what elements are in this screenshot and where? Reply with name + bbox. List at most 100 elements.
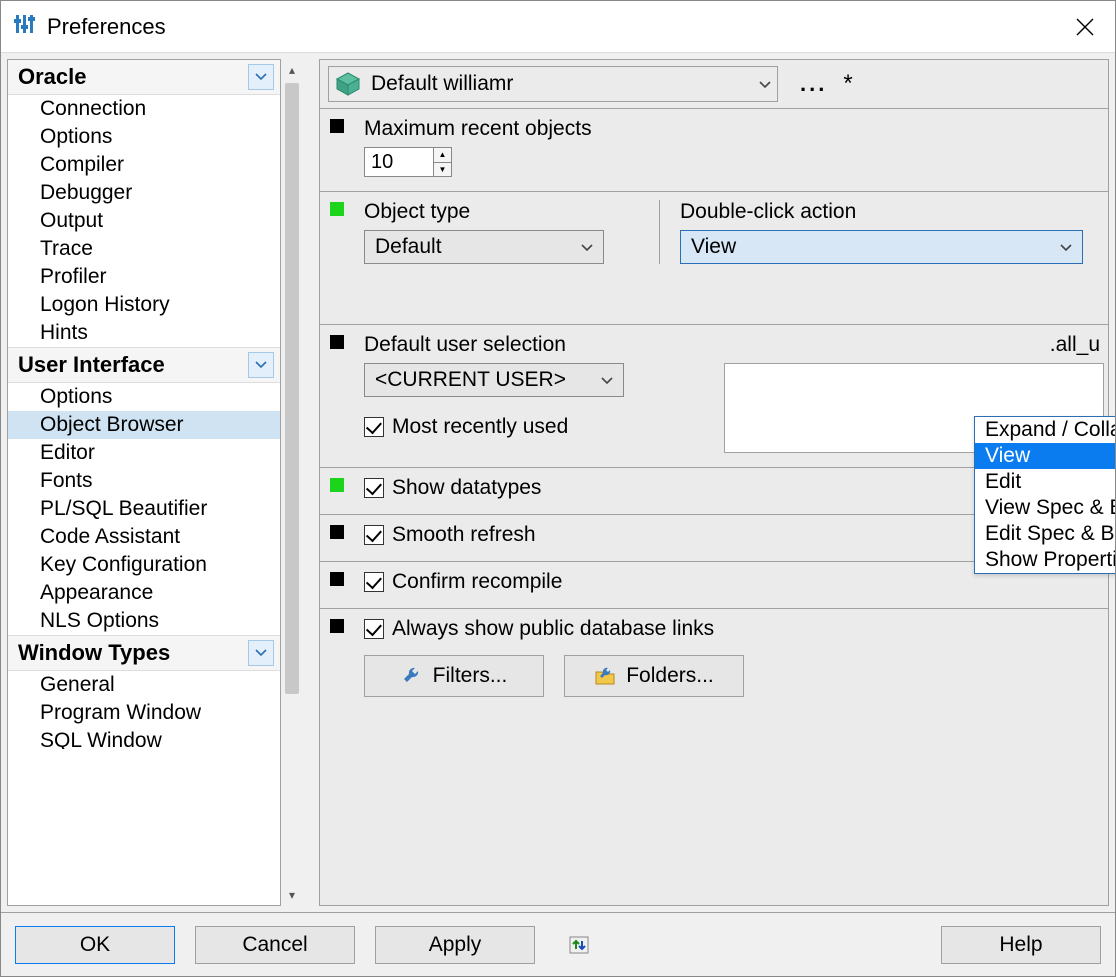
max-recent-input[interactable] bbox=[364, 147, 434, 177]
checkbox-label: Most recently used bbox=[392, 415, 568, 439]
indicator-icon bbox=[330, 619, 344, 633]
sidebar-item-options[interactable]: Options bbox=[8, 123, 280, 151]
titlebar: Preferences bbox=[1, 1, 1115, 53]
max-recent-label: Maximum recent objects bbox=[364, 117, 1096, 141]
folder-wrench-icon bbox=[594, 665, 616, 687]
sidebar-scrollbar[interactable]: ▴ ▾ bbox=[281, 59, 303, 906]
dropdown-item[interactable]: View bbox=[975, 443, 1115, 469]
chevron-down-icon[interactable] bbox=[248, 640, 274, 666]
apply-button[interactable]: Apply bbox=[375, 926, 535, 964]
indicator-icon bbox=[330, 525, 344, 539]
confirm-recompile-checkbox[interactable]: Confirm recompile bbox=[364, 570, 562, 594]
category-sidebar: Oracle Connection Options Compiler Debug… bbox=[7, 59, 281, 906]
sidebar-item-appearance[interactable]: Appearance bbox=[8, 579, 280, 607]
category-label: Oracle bbox=[18, 64, 248, 90]
indicator-icon bbox=[330, 572, 344, 586]
preferences-window: Preferences Oracle Connection Options Co… bbox=[0, 0, 1116, 977]
sidebar-item-trace[interactable]: Trace bbox=[8, 235, 280, 263]
dropdown-item[interactable]: Edit bbox=[975, 469, 1115, 495]
sidebar-item-program-window[interactable]: Program Window bbox=[8, 699, 280, 727]
folders-button[interactable]: Folders... bbox=[564, 655, 744, 697]
profile-menu-button[interactable]: ... bbox=[800, 71, 827, 97]
dblclick-select[interactable]: View bbox=[680, 230, 1083, 264]
package-icon bbox=[335, 71, 361, 97]
sidebar-item-key-config[interactable]: Key Configuration bbox=[8, 551, 280, 579]
sort-arrows-icon bbox=[567, 933, 591, 957]
smooth-refresh-checkbox[interactable]: Smooth refresh bbox=[364, 523, 536, 547]
dropdown-item[interactable]: View Spec & Body bbox=[975, 495, 1115, 521]
setting-object-type-dblclick: Object type Default Double-click action … bbox=[320, 192, 1108, 325]
filters-button[interactable]: Filters... bbox=[364, 655, 544, 697]
checkbox-icon bbox=[364, 417, 384, 437]
indicator-icon bbox=[330, 119, 344, 133]
setting-always-links: Always show public database links Filter… bbox=[320, 609, 1108, 711]
category-label: User Interface bbox=[18, 352, 248, 378]
chevron-down-icon bbox=[1060, 236, 1072, 258]
sidebar-item-ui-options[interactable]: Options bbox=[8, 383, 280, 411]
chevron-down-icon bbox=[601, 369, 613, 391]
always-links-checkbox[interactable]: Always show public database links bbox=[364, 617, 714, 641]
default-user-select[interactable]: <CURRENT USER> bbox=[364, 363, 624, 397]
sidebar-item-nls-options[interactable]: NLS Options bbox=[8, 607, 280, 635]
indicator-icon bbox=[330, 335, 344, 349]
scroll-up-icon[interactable]: ▴ bbox=[281, 59, 303, 81]
dropdown-item[interactable]: Edit Spec & Body bbox=[975, 521, 1115, 547]
help-button[interactable]: Help bbox=[941, 926, 1101, 964]
object-type-value: Default bbox=[375, 235, 575, 259]
sidebar-item-output[interactable]: Output bbox=[8, 207, 280, 235]
sort-icon-button[interactable] bbox=[561, 927, 597, 963]
chevron-down-icon bbox=[581, 236, 593, 258]
sidebar-item-object-browser[interactable]: Object Browser bbox=[8, 411, 280, 439]
dropdown-item[interactable]: Show Properties bbox=[975, 547, 1115, 573]
cancel-button[interactable]: Cancel bbox=[195, 926, 355, 964]
sidebar-item-code-assistant[interactable]: Code Assistant bbox=[8, 523, 280, 551]
object-type-label: Object type bbox=[364, 200, 647, 224]
checkbox-label: Show datatypes bbox=[392, 476, 541, 500]
setting-max-recent: Maximum recent objects ▲ ▼ bbox=[320, 109, 1108, 192]
sidebar-item-connection[interactable]: Connection bbox=[8, 95, 280, 123]
sidebar-item-beautifier[interactable]: PL/SQL Beautifier bbox=[8, 495, 280, 523]
settings-panel: Maximum recent objects ▲ ▼ Object type bbox=[319, 109, 1109, 906]
default-user-value: <CURRENT USER> bbox=[375, 368, 595, 392]
default-user-label: Default user selection bbox=[364, 333, 692, 357]
category-header-oracle[interactable]: Oracle bbox=[8, 60, 280, 95]
category-header-ui[interactable]: User Interface bbox=[8, 347, 280, 383]
dropdown-item[interactable]: Expand / Collapse bbox=[975, 417, 1115, 443]
dblclick-dropdown-list[interactable]: Expand / Collapse View Edit View Spec & … bbox=[974, 416, 1115, 574]
scroll-thumb[interactable] bbox=[285, 83, 299, 694]
checkbox-label: Smooth refresh bbox=[392, 523, 536, 547]
chevron-down-icon[interactable] bbox=[248, 64, 274, 90]
scroll-down-icon[interactable]: ▾ bbox=[281, 884, 303, 906]
profile-name: Default williamr bbox=[371, 72, 753, 96]
sidebar-item-sql-window[interactable]: SQL Window bbox=[8, 727, 280, 749]
ok-button[interactable]: OK bbox=[15, 926, 175, 964]
checkbox-icon bbox=[364, 525, 384, 545]
spin-up-button[interactable]: ▲ bbox=[434, 148, 451, 163]
show-datatypes-checkbox[interactable]: Show datatypes bbox=[364, 476, 541, 500]
category-label: Window Types bbox=[18, 640, 248, 666]
sidebar-item-editor[interactable]: Editor bbox=[8, 439, 280, 467]
category-header-window-types[interactable]: Window Types bbox=[8, 635, 280, 671]
chevron-down-icon[interactable] bbox=[248, 352, 274, 378]
object-type-select[interactable]: Default bbox=[364, 230, 604, 264]
sidebar-item-debugger[interactable]: Debugger bbox=[8, 179, 280, 207]
checkbox-label: Always show public database links bbox=[392, 617, 714, 641]
dblclick-value: View bbox=[691, 235, 1054, 259]
dirty-indicator: * bbox=[843, 70, 852, 98]
dialog-footer: OK Cancel Apply Help bbox=[1, 912, 1115, 976]
most-recently-used-checkbox[interactable]: Most recently used bbox=[364, 415, 568, 439]
window-close-button[interactable] bbox=[1063, 5, 1107, 49]
sidebar-item-hints[interactable]: Hints bbox=[8, 319, 280, 347]
button-label: Filters... bbox=[433, 664, 508, 688]
sidebar-item-logon-history[interactable]: Logon History bbox=[8, 291, 280, 319]
checkbox-icon bbox=[364, 478, 384, 498]
profile-dropdown[interactable]: Default williamr bbox=[328, 66, 778, 102]
sidebar-item-compiler[interactable]: Compiler bbox=[8, 151, 280, 179]
sidebar-item-fonts[interactable]: Fonts bbox=[8, 467, 280, 495]
wrench-icon bbox=[401, 665, 423, 687]
sidebar-item-general[interactable]: General bbox=[8, 671, 280, 699]
checkbox-icon bbox=[364, 619, 384, 639]
spin-down-button[interactable]: ▼ bbox=[434, 163, 451, 177]
sidebar-item-profiler[interactable]: Profiler bbox=[8, 263, 280, 291]
dblclick-label: Double-click action bbox=[680, 200, 1096, 224]
